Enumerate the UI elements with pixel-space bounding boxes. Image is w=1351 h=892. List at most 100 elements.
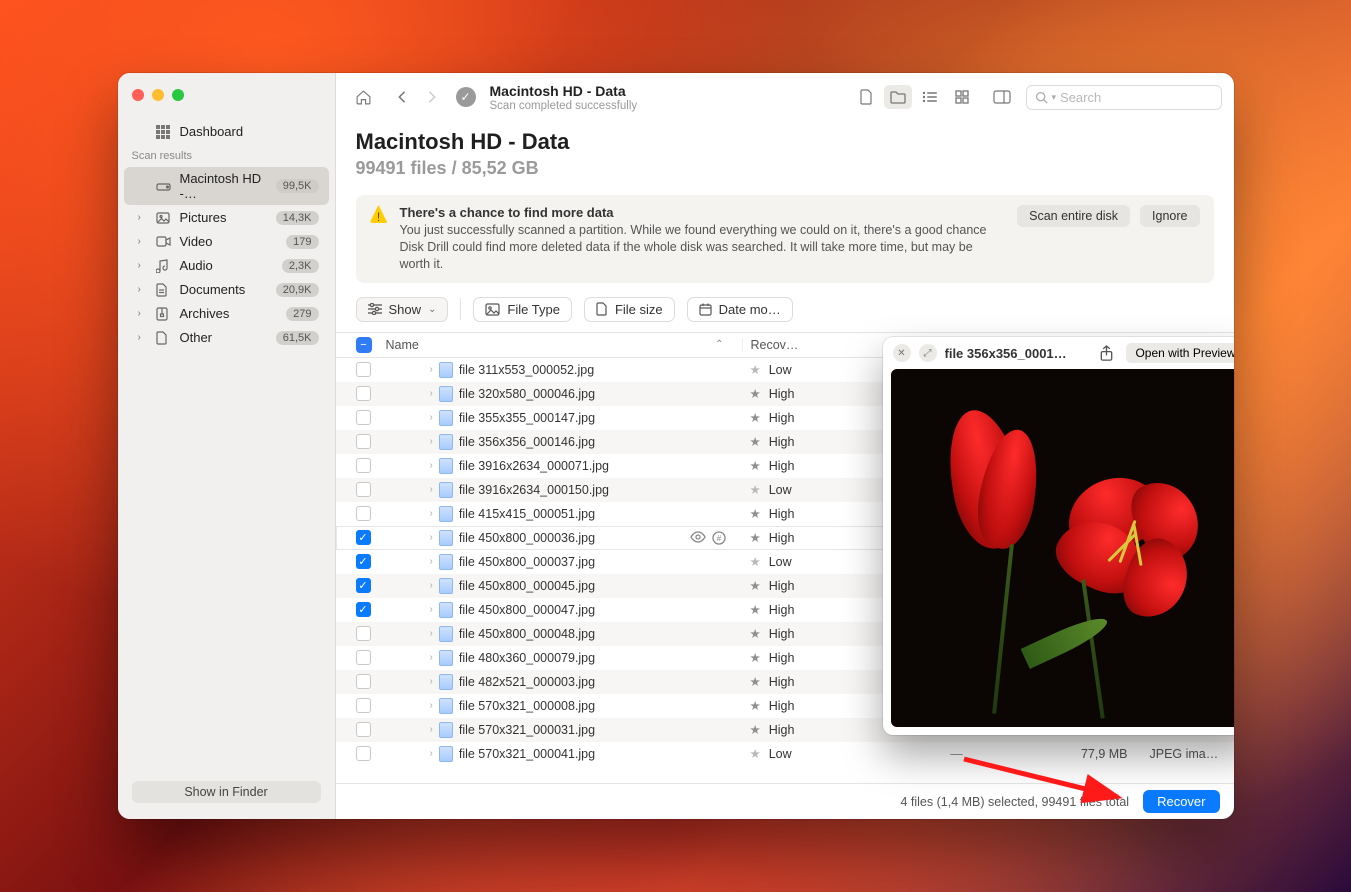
row-checkbox[interactable] [356, 746, 371, 761]
jpeg-file-icon [439, 458, 453, 474]
row-checkbox[interactable] [356, 434, 371, 449]
scan-entire-disk-button[interactable]: Scan entire disk [1017, 205, 1130, 227]
star-icon: ★ [750, 458, 761, 473]
home-button[interactable] [350, 85, 378, 109]
sidebar-item-documents[interactable]: › Documents 20,9K [124, 278, 329, 301]
recovery-chance: High [769, 579, 795, 593]
row-checkbox[interactable] [356, 626, 371, 641]
view-list-button[interactable] [916, 85, 944, 109]
row-checkbox[interactable]: ✓ [356, 578, 371, 593]
row-checkbox[interactable] [356, 458, 371, 473]
sidebar-item-dashboard[interactable]: Dashboard [124, 120, 329, 143]
zoom-window-button[interactable] [172, 89, 184, 101]
jpeg-file-icon [439, 362, 453, 378]
jpeg-file-icon [439, 506, 453, 522]
star-icon: ★ [750, 650, 761, 665]
file-type-filter-button[interactable]: File Type [473, 297, 572, 322]
star-icon: ★ [750, 722, 761, 737]
file-name: file 355x355_000147.jpg [459, 411, 595, 425]
minimize-window-button[interactable] [152, 89, 164, 101]
disclosure-icon: › [430, 676, 433, 687]
star-icon: ★ [750, 530, 761, 545]
jpeg-file-icon [439, 530, 453, 546]
sidebar-item-archives[interactable]: › Archives 279 [124, 302, 329, 325]
recovery-chance: High [769, 531, 795, 545]
jpeg-file-icon [439, 386, 453, 402]
show-in-finder-button[interactable]: Show in Finder [132, 781, 321, 803]
column-header-recovery[interactable]: Recov… [742, 338, 892, 352]
open-with-preview-button[interactable]: Open with Preview [1126, 343, 1233, 363]
row-checkbox[interactable] [356, 722, 371, 737]
jpeg-file-icon [439, 434, 453, 450]
date-modified-filter-button[interactable]: Date mo… [687, 297, 793, 322]
row-checkbox[interactable] [356, 650, 371, 665]
toolbar: ✓ Macintosh HD - Data Scan completed suc… [336, 73, 1234, 121]
hex-icon[interactable]: # [712, 531, 726, 545]
filter-label: File size [615, 302, 663, 317]
row-checkbox[interactable] [356, 506, 371, 521]
file-name: file 570x321_000031.jpg [459, 723, 595, 737]
file-name: file 450x800_000045.jpg [459, 579, 595, 593]
music-icon [156, 259, 172, 273]
preview-expand-button[interactable]: ⤢ [919, 344, 937, 362]
share-icon[interactable] [1095, 345, 1118, 362]
alert-body: You just successfully scanned a partitio… [400, 222, 1006, 273]
column-header-checkbox[interactable]: − [336, 337, 378, 353]
row-checkbox[interactable] [356, 386, 371, 401]
star-icon: ★ [750, 602, 761, 617]
view-grid-button[interactable] [948, 85, 976, 109]
search-field[interactable]: ▾ [1026, 85, 1222, 110]
row-checkbox[interactable] [356, 362, 371, 377]
forward-button[interactable] [418, 85, 446, 109]
sliders-icon [368, 303, 382, 315]
sidebar-item-badge: 14,3K [276, 211, 319, 225]
disclosure-icon: › [430, 604, 433, 615]
recover-button[interactable]: Recover [1143, 790, 1219, 813]
document-icon [596, 302, 608, 316]
preview-header: ✕ ⤢ file 356x356_0001… Open with Preview [883, 337, 1234, 369]
ignore-button[interactable]: Ignore [1140, 205, 1199, 227]
table-row[interactable]: › file 570x321_000041.jpg # ★Low — 77,9 … [336, 742, 1234, 766]
sidebar-item-label: Macintosh HD -… [180, 171, 268, 201]
column-header-name[interactable]: Name ⌃ [378, 338, 742, 352]
sidebar-item-pictures[interactable]: › Pictures 14,3K [124, 206, 329, 229]
row-checkbox[interactable] [356, 410, 371, 425]
page-heading: Macintosh HD - Data 99491 files / 85,52 … [336, 121, 1234, 179]
row-checkbox[interactable]: ✓ [356, 554, 371, 569]
toggle-preview-pane-button[interactable] [988, 85, 1016, 109]
preview-close-button[interactable]: ✕ [893, 344, 911, 362]
row-checkbox[interactable] [356, 698, 371, 713]
recovery-chance: Low [769, 747, 792, 761]
row-checkbox[interactable] [356, 674, 371, 689]
row-checkbox[interactable]: ✓ [356, 530, 371, 545]
sidebar-item-macintosh-hd-[interactable]: › Macintosh HD -… 99,5K [124, 167, 329, 205]
jpeg-file-icon [439, 698, 453, 714]
show-filter-button[interactable]: Show ⌄ [356, 297, 449, 322]
eye-icon[interactable] [690, 531, 706, 545]
svg-text:#: # [716, 534, 721, 543]
recovery-chance: High [769, 387, 795, 401]
jpeg-file-icon [439, 626, 453, 642]
file-name: file 356x356_000146.jpg [459, 435, 595, 449]
size-cell: 77,9 MB [1022, 747, 1142, 761]
jpeg-file-icon [439, 410, 453, 426]
back-button[interactable] [388, 85, 416, 109]
sidebar-section-title: Scan results [118, 144, 335, 166]
row-checkbox[interactable]: ✓ [356, 602, 371, 617]
view-folder-button[interactable] [884, 85, 912, 109]
grid-icon [156, 125, 172, 139]
sidebar-item-label: Dashboard [180, 124, 319, 139]
recovery-chance: Low [769, 555, 792, 569]
close-window-button[interactable] [132, 89, 144, 101]
sidebar-item-video[interactable]: › Video 179 [124, 230, 329, 253]
sidebar-item-other[interactable]: › Other 61,5K [124, 326, 329, 349]
file-size-filter-button[interactable]: File size [584, 297, 675, 322]
star-icon: ★ [750, 578, 761, 593]
sidebar-item-audio[interactable]: › Audio 2,3K [124, 254, 329, 277]
view-file-button[interactable] [852, 85, 880, 109]
search-input[interactable] [1060, 90, 1212, 105]
chevron-right-icon: › [138, 308, 148, 319]
file-name: file 450x800_000047.jpg [459, 603, 595, 617]
row-checkbox[interactable] [356, 482, 371, 497]
page-title: Macintosh HD - Data [356, 129, 1214, 155]
